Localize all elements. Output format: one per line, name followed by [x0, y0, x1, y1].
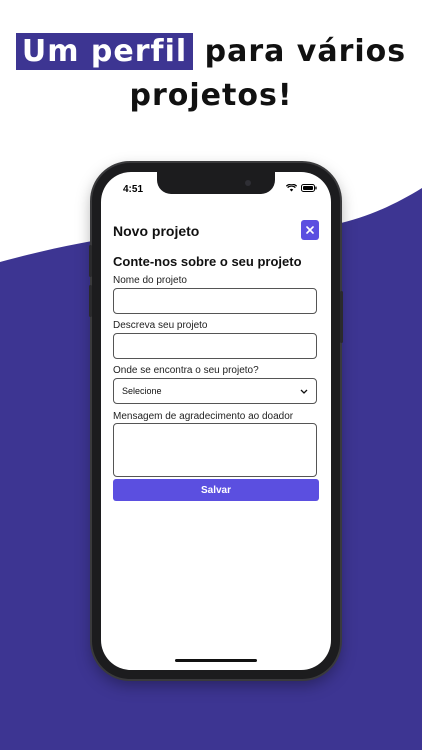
- form-subtitle: Conte-nos sobre o seu projeto: [113, 254, 302, 269]
- project-location-value: Selecione: [122, 386, 162, 396]
- close-icon: [306, 226, 314, 234]
- notch: [157, 172, 275, 194]
- project-location-label: Onde se encontra o seu projeto?: [113, 365, 259, 376]
- close-button[interactable]: [301, 220, 319, 240]
- phone-screen: 4:51 Novo projeto Conte-nos sobre o seu …: [101, 172, 331, 670]
- save-button[interactable]: Salvar: [113, 479, 319, 501]
- headline-highlight: Um perfil: [15, 33, 194, 70]
- modal-title: Novo projeto: [113, 223, 200, 239]
- project-name-input[interactable]: [113, 288, 317, 314]
- headline-line1-rest: para vários: [193, 34, 407, 69]
- status-time: 4:51: [123, 184, 144, 195]
- status-icons: [286, 184, 317, 192]
- wifi-icon: [286, 184, 297, 192]
- volume-down-button: [89, 285, 92, 317]
- volume-up-button: [89, 245, 92, 277]
- headline-line2: projetos!: [129, 78, 293, 113]
- battery-icon: [301, 184, 317, 192]
- donor-thanks-textarea[interactable]: [113, 423, 317, 477]
- project-description-input[interactable]: [113, 333, 317, 359]
- project-location-select[interactable]: Selecione: [113, 378, 317, 404]
- power-button: [340, 291, 343, 343]
- project-name-label: Nome do projeto: [113, 275, 187, 286]
- headline: Um perfil para vários projetos!: [0, 30, 422, 118]
- donor-thanks-label: Mensagem de agradecimento ao doador: [113, 411, 294, 422]
- phone-frame: 4:51 Novo projeto Conte-nos sobre o seu …: [89, 163, 343, 679]
- camera-icon: [245, 180, 251, 186]
- home-indicator: [175, 659, 257, 662]
- project-description-label: Descreva seu projeto: [113, 320, 208, 331]
- chevron-down-icon: [300, 389, 308, 394]
